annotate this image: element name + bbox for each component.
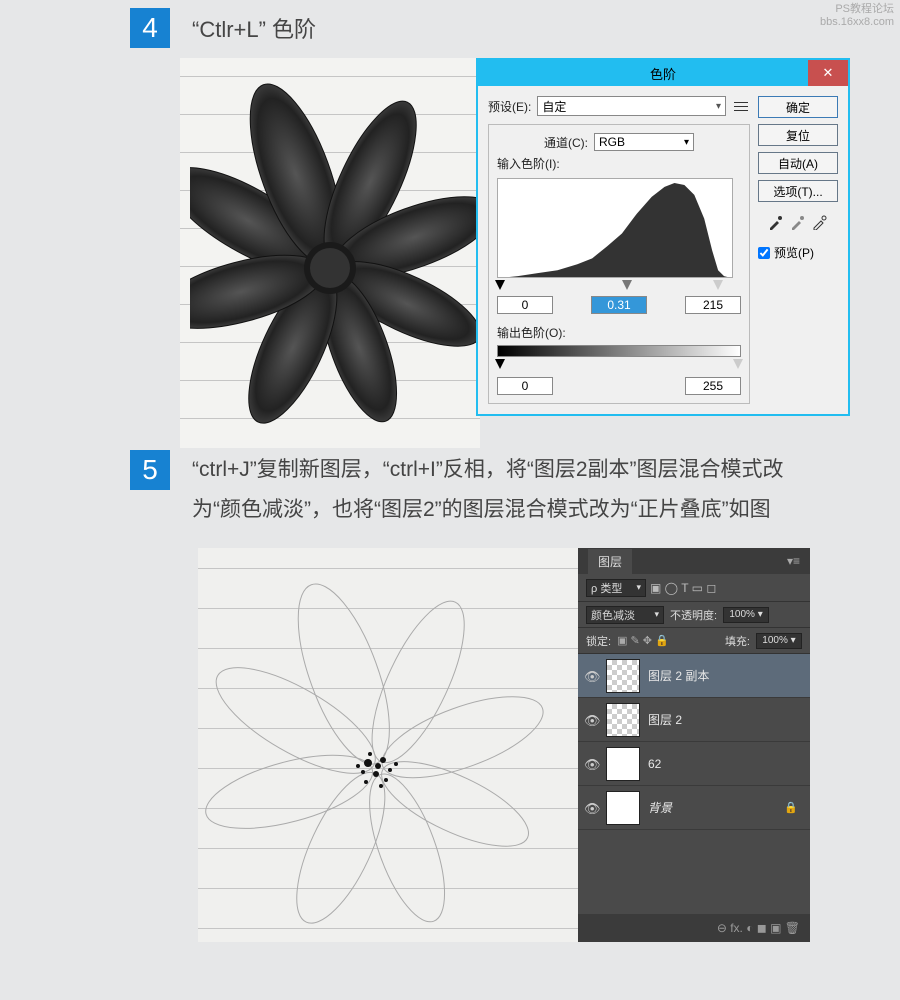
layer-name[interactable]: 图层 2 [648,711,682,728]
layer-thumbnail[interactable] [606,791,640,825]
step4-number: 4 [130,8,170,48]
step4-title: “Ctlr+L” 色阶 [192,12,316,44]
layers-panel: 图层 ▾≡ ρ 类型 ▣ ◯ T ▭ ◻ 颜色减淡 不透明度: 100% ▾ 锁… [578,548,810,942]
layers-tab[interactable]: 图层 [588,549,632,574]
layer-name[interactable]: 图层 2 副本 [648,667,709,684]
visibility-eye-icon[interactable]: 👁 [584,713,598,727]
filter-icons[interactable]: ▣ ◯ T ▭ ◻ [650,581,716,595]
auto-button[interactable]: 自动(A) [758,152,838,174]
layer-name[interactable]: 62 [648,757,661,771]
input-slider[interactable] [497,280,741,292]
flower-image [190,68,480,438]
input-levels-label: 输入色阶(I): [497,155,741,172]
fill-label: 填充: [725,633,750,649]
layer-name[interactable]: 背景 [648,799,672,816]
layer-row[interactable]: 👁 背景 🔒 [578,786,810,830]
output-black-field[interactable]: 0 [497,377,553,395]
preset-combo[interactable]: 自定 [537,96,726,116]
dialog-titlebar[interactable]: 色阶 ✕ [478,60,848,86]
reset-button[interactable]: 复位 [758,124,838,146]
step5-text: “ctrl+J”复制新图层，“ctrl+I”反相，将“图层2副本”图层混合模式改… [192,450,832,530]
channel-label: 通道(C): [544,134,588,151]
panel-tabbar: 图层 ▾≡ [578,548,810,574]
lock-icons[interactable]: ▣ ✎ ✥ 🔒 [617,634,669,647]
black-point-handle[interactable] [495,280,505,290]
preview-checkbox[interactable]: 预览(P) [758,244,838,261]
visibility-eye-icon[interactable]: 👁 [584,801,598,815]
visibility-eye-icon[interactable]: 👁 [584,669,598,683]
preview-check-input[interactable] [758,247,770,259]
levels-dialog: 色阶 ✕ 预设(E): 自定 通道(C): RGB 输入色阶(I) [476,58,850,416]
step5-number: 5 [130,450,170,490]
input-black-field[interactable]: 0 [497,296,553,314]
channel-combo[interactable]: RGB [594,133,694,151]
white-eyedropper-icon[interactable] [812,214,828,230]
layer-list: 👁 图层 2 副本 👁 图层 2 👁 62 👁 背景 🔒 [578,654,810,830]
flower-preview [180,58,480,448]
sketch-outline [198,548,578,942]
layer-row[interactable]: 👁 图层 2 副本 [578,654,810,698]
preset-menu-icon[interactable] [732,97,750,115]
lock-icon: 🔒 [784,801,798,814]
input-white-field[interactable]: 215 [685,296,741,314]
black-eyedropper-icon[interactable] [768,214,784,230]
panel-bottom-icons[interactable]: ⊖ fx. ◐ ◼ ▣ 🗑 [578,914,810,942]
gray-eyedropper-icon[interactable] [790,214,806,230]
step-5: 5 “ctrl+J”复制新图层，“ctrl+I”反相，将“图层2副本”图层混合模… [130,450,850,942]
preset-label: 预设(E): [488,98,531,115]
lock-label: 锁定: [586,633,611,649]
layer-thumbnail[interactable] [606,747,640,781]
blend-mode-combo[interactable]: 颜色减淡 [586,606,664,624]
ok-button[interactable]: 确定 [758,96,838,118]
midtone-handle[interactable] [622,280,632,290]
histogram [497,178,733,278]
white-point-handle[interactable] [713,280,723,290]
output-white-field[interactable]: 255 [685,377,741,395]
output-gradient[interactable] [497,345,741,357]
layer-thumbnail[interactable] [606,703,640,737]
fill-field[interactable]: 100% ▾ [756,633,802,649]
input-gamma-field[interactable]: 0.31 [591,296,647,314]
step4-header: 4 “Ctlr+L” 色阶 [130,8,850,48]
preview-label: 预览(P) [774,244,814,261]
panel-menu-icon[interactable]: ▾≡ [787,554,800,568]
opacity-field[interactable]: 100% ▾ [723,607,769,623]
dialog-title: 色阶 [478,64,848,83]
options-button[interactable]: 选项(T)... [758,180,838,202]
filter-kind-combo[interactable]: ρ 类型 [586,579,646,597]
step-4: 4 “Ctlr+L” 色阶 [130,8,850,458]
layer-thumbnail[interactable] [606,659,640,693]
output-levels-label: 输出色阶(O): [497,324,741,341]
layer-row[interactable]: 👁 62 [578,742,810,786]
layer-row[interactable]: 👁 图层 2 [578,698,810,742]
output-slider[interactable] [497,359,741,371]
sketch-preview [198,548,578,942]
out-white-handle[interactable] [733,359,743,369]
opacity-label: 不透明度: [670,607,717,623]
out-black-handle[interactable] [495,359,505,369]
close-button[interactable]: ✕ [808,60,848,86]
eyedroppers [758,214,838,230]
visibility-eye-icon[interactable]: 👁 [584,757,598,771]
